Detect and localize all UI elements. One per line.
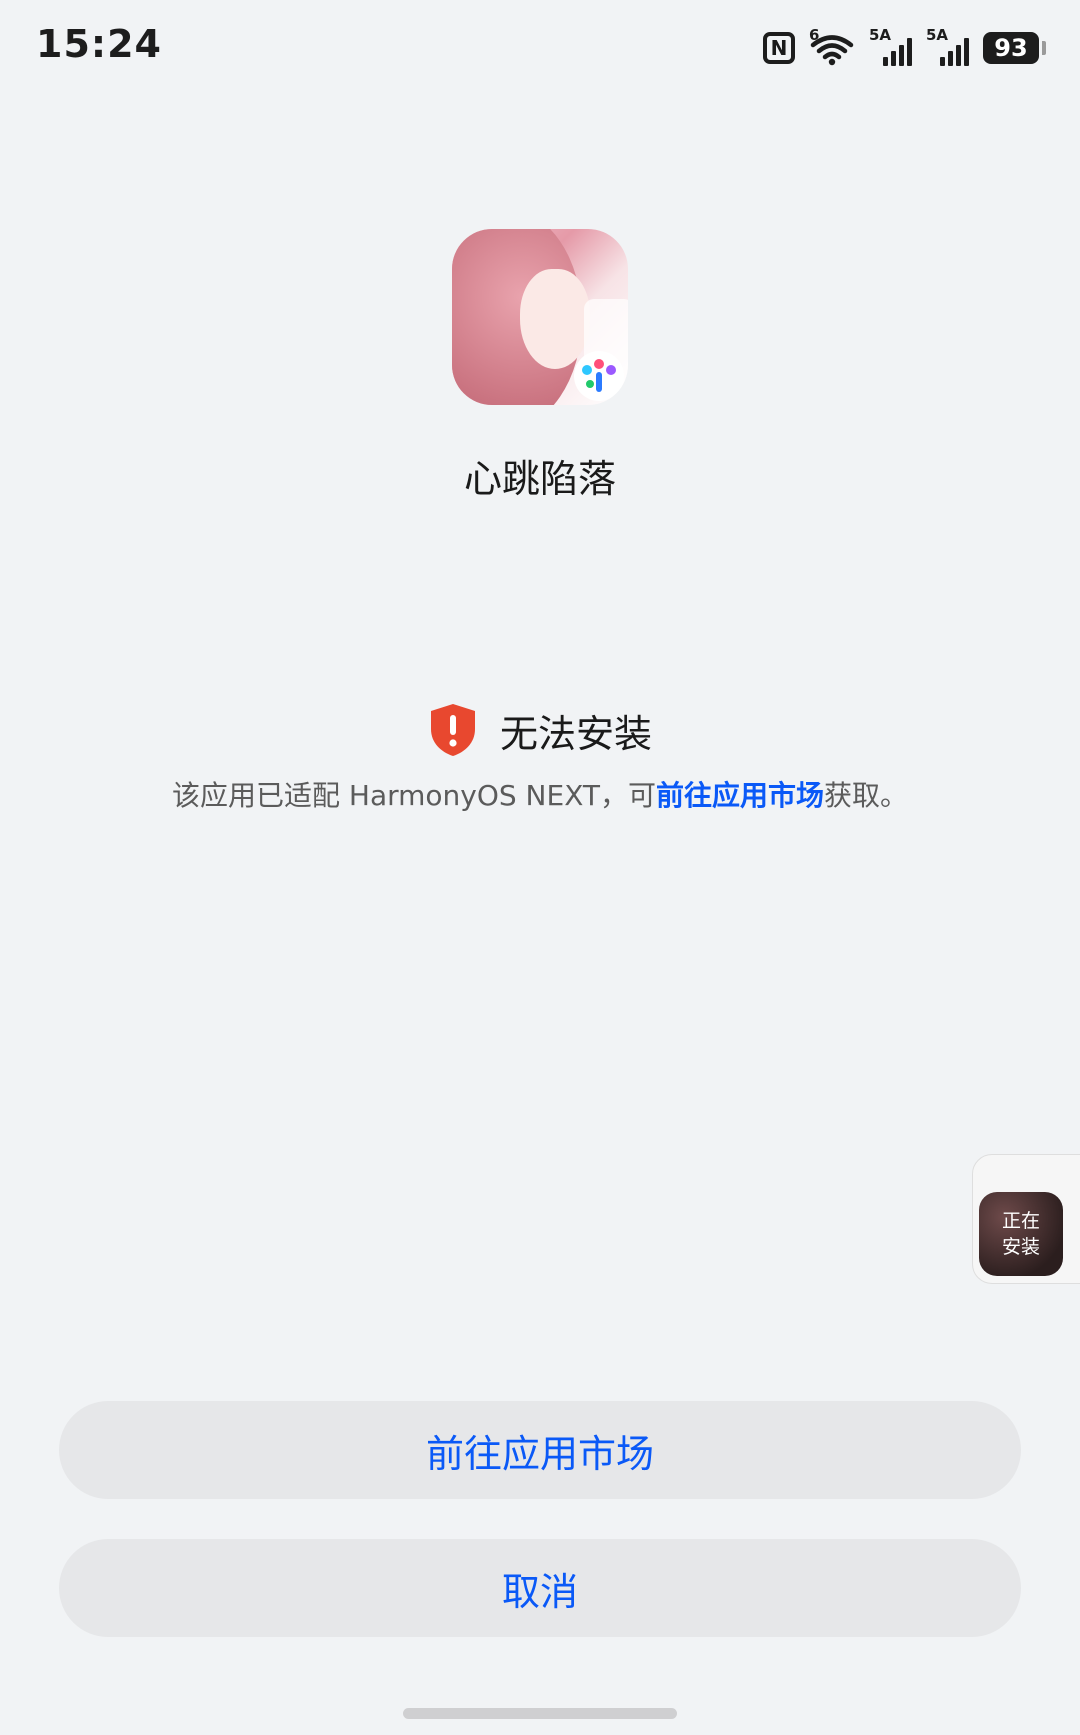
signal-sim1-icon: 5A — [869, 26, 912, 66]
status-time: 15:24 — [36, 22, 162, 66]
warning-description: 该应用已适配 HarmonyOS NEXT，可前往应用市场获取。 — [171, 779, 909, 812]
go-to-app-market-button[interactable]: 前往应用市场 — [59, 1401, 1021, 1499]
installing-label-line2: 安装 — [1001, 1236, 1040, 1258]
cancel-button[interactable]: 取消 — [59, 1539, 1021, 1637]
home-indicator[interactable] — [403, 1708, 677, 1719]
status-icons: N 6 5A 5A 93 — [763, 26, 1046, 68]
warning-title: 无法安装 — [499, 711, 652, 756]
nfc-icon: N — [763, 32, 795, 64]
install-warning: 无法安装 — [0, 702, 1080, 758]
app-name: 心跳陷落 — [463, 457, 616, 501]
battery-level: 93 — [983, 32, 1039, 64]
installing-label-line1: 正在 — [1001, 1210, 1040, 1232]
wifi-icon: 6 — [809, 26, 855, 66]
installing-float-thumb[interactable]: 正在 安装 — [979, 1192, 1063, 1276]
app-icon — [452, 229, 628, 405]
signal-sim2-icon: 5A — [926, 26, 969, 66]
status-bar: 15:24 N 6 5A 5A 93 — [0, 0, 1080, 96]
store-badge-icon — [574, 351, 624, 401]
shield-alert-icon — [430, 704, 475, 756]
app-market-link[interactable]: 前往应用市场 — [656, 779, 824, 812]
battery-icon: 93 — [983, 32, 1046, 64]
